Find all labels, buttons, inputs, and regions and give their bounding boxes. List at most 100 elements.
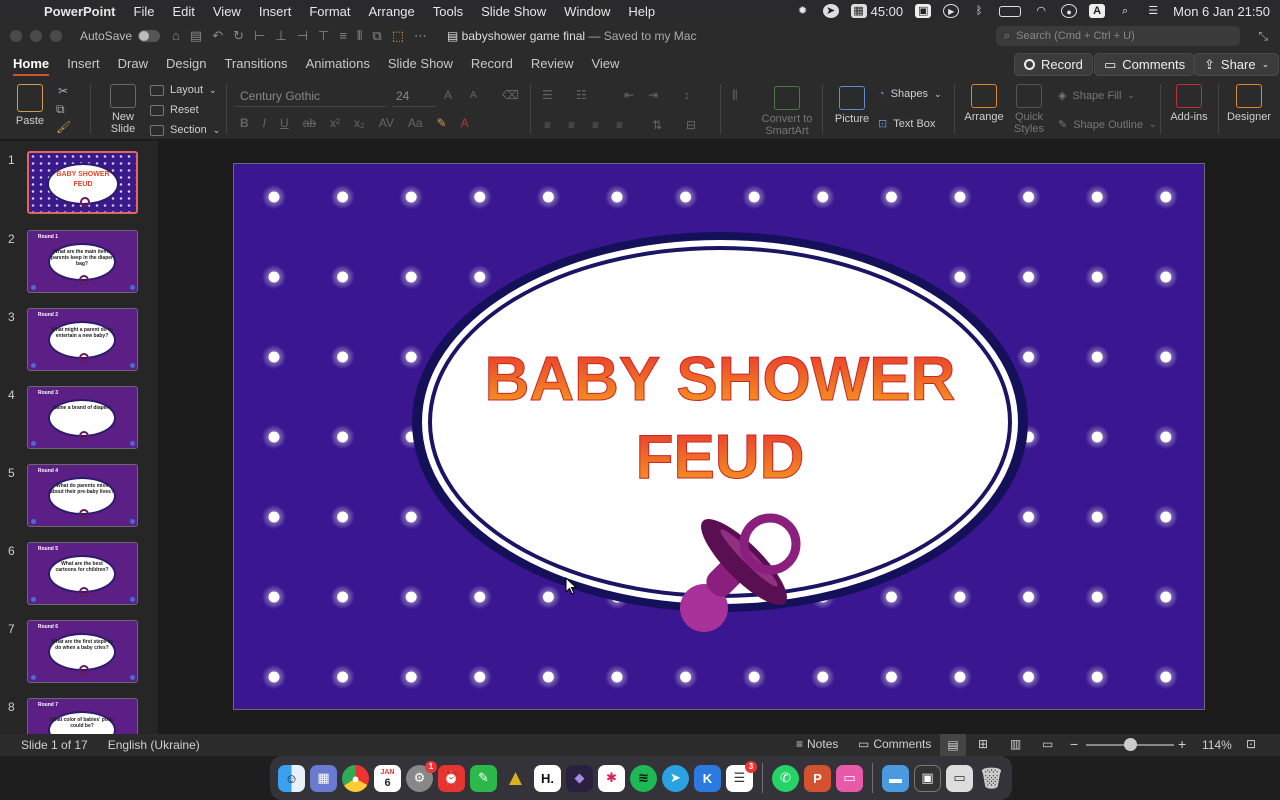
screen-window-icon[interactable]: ▣	[914, 764, 941, 792]
comments-button[interactable]: ▭ Comments	[1094, 53, 1196, 76]
evernote-icon[interactable]: ✎	[470, 764, 497, 792]
save-icon[interactable]: ▤	[190, 28, 202, 44]
character-spacing-icon[interactable]: AV	[379, 116, 394, 130]
menubar-clock[interactable]: Mon 6 Jan 21:50	[1173, 4, 1270, 19]
increase-font-size-icon[interactable]: A	[444, 88, 452, 102]
slide-title-line2[interactable]: FEUD	[635, 423, 805, 493]
record-button[interactable]: Record	[1014, 53, 1093, 76]
calendar-icon[interactable]: JAN 6	[374, 764, 401, 792]
section-button[interactable]: Section ⌄	[150, 124, 220, 136]
user-icon[interactable]: ●	[1061, 4, 1078, 18]
normal-view-icon[interactable]: ▤	[940, 734, 966, 756]
menu-arrange[interactable]: Arrange	[369, 4, 415, 19]
convert-smartart-button[interactable]: Convert to SmartArt	[760, 86, 814, 137]
redo-icon[interactable]: ↻	[233, 28, 244, 44]
addins-button[interactable]: Add-ins	[1168, 84, 1210, 123]
tab-view[interactable]: View	[582, 50, 628, 78]
strikethrough-icon[interactable]: ab	[303, 116, 316, 130]
decrease-font-size-icon[interactable]: A	[470, 90, 477, 101]
notes-button[interactable]: ≡ Notes	[796, 737, 838, 751]
align-right-objects-icon[interactable]: ⊣	[297, 28, 308, 44]
menu-help[interactable]: Help	[628, 4, 655, 19]
more-icon[interactable]: ⋯	[414, 28, 427, 44]
slide-thumbnail-8[interactable]: Round 7 What color of babies' poop could…	[27, 698, 138, 734]
menu-view[interactable]: View	[213, 4, 241, 19]
menu-slide-show[interactable]: Slide Show	[481, 4, 546, 19]
menu-insert[interactable]: Insert	[259, 4, 292, 19]
increase-indent-icon[interactable]: ⇥	[648, 88, 658, 102]
zoom-in-icon[interactable]: +	[1178, 736, 1186, 752]
compass-icon[interactable]: ➤	[822, 4, 839, 18]
tab-transitions[interactable]: Transitions	[215, 50, 296, 78]
zoom-window-icon[interactable]	[50, 30, 62, 42]
group-icon[interactable]: ⧉	[372, 28, 381, 44]
align-right-icon[interactable]: ≡	[592, 118, 599, 132]
minimize-window-icon[interactable]	[30, 30, 42, 42]
close-window-icon[interactable]	[10, 30, 22, 42]
home-icon[interactable]: ⌂	[172, 28, 180, 44]
autosave-toggle[interactable]	[138, 30, 161, 42]
k-app-icon[interactable]: K	[694, 764, 721, 792]
zoom-slider[interactable]	[1086, 738, 1174, 751]
subscript-icon[interactable]: x₂	[354, 116, 365, 130]
tab-record[interactable]: Record	[462, 50, 522, 78]
bluetooth-icon[interactable]: ᛒ	[971, 4, 987, 18]
slide-thumbnail-2[interactable]: Round 1 What are the main items parents …	[27, 230, 138, 293]
slide-thumbnail-3[interactable]: Round 2 What might a parent do to entert…	[27, 308, 138, 371]
trash-icon[interactable]: 🗑	[978, 765, 1005, 792]
fit-slide-icon[interactable]: ⊡	[1246, 737, 1256, 751]
layout-button[interactable]: Layout ⌄	[150, 84, 217, 96]
telegram-icon[interactable]: ➤	[662, 764, 689, 792]
spotlight-search-icon[interactable]: ⌕	[1117, 4, 1133, 18]
line-spacing-icon[interactable]: ↕	[684, 88, 690, 102]
whatsapp-icon[interactable]: ✆	[772, 764, 799, 792]
brightness-icon[interactable]: ✹	[795, 4, 811, 18]
slide-thumbnail-7[interactable]: Round 6 What are the first steps to do w…	[27, 620, 138, 683]
superscript-icon[interactable]: x²	[330, 116, 340, 130]
slide-thumbnail-5[interactable]: Round 4 What do parents miss about their…	[27, 464, 138, 527]
chrome-icon[interactable]: ●	[342, 764, 369, 792]
decrease-indent-icon[interactable]: ⇤	[624, 88, 634, 102]
menu-edit[interactable]: Edit	[172, 4, 194, 19]
underline-icon[interactable]: U	[280, 116, 289, 130]
designer-button[interactable]: Designer	[1226, 84, 1272, 123]
menu-tools[interactable]: Tools	[433, 4, 463, 19]
align-text-icon[interactable]: ⊟	[686, 118, 696, 132]
bullets-icon[interactable]: ☰	[542, 88, 553, 102]
quick-styles-button[interactable]: Quick Styles	[1010, 84, 1048, 135]
tab-design[interactable]: Design	[157, 50, 215, 78]
timer-status[interactable]: ▦ 45:00	[850, 4, 903, 19]
columns-icon[interactable]: ⫼	[732, 88, 738, 103]
distribute-icon[interactable]: ⫴	[357, 28, 362, 44]
current-slide[interactable]: BABY SHOWER FEUD	[233, 163, 1205, 710]
format-painter-icon[interactable]: 🖌	[56, 120, 71, 134]
new-slide-button[interactable]: New Slide	[104, 84, 142, 135]
selection-pane-icon[interactable]: ⬚	[392, 28, 404, 44]
menu-file[interactable]: File	[134, 4, 155, 19]
reminders-icon[interactable]: ☰ 3	[726, 760, 757, 792]
slideshow-view-icon[interactable]: ▭	[1042, 737, 1053, 751]
bold-icon[interactable]: B	[240, 116, 249, 130]
share-button[interactable]: ⇪ Share ⌄	[1194, 53, 1280, 76]
shape-outline-button[interactable]: ✎ Shape Outline ⌄	[1058, 118, 1156, 132]
powerpoint-icon[interactable]: P	[804, 764, 831, 792]
slide-thumbnail-4[interactable]: Round 3 Name a brand of diapers	[27, 386, 138, 449]
slide-editing-canvas[interactable]: BABY SHOWER FEUD	[158, 141, 1280, 734]
zoom-slider-thumb[interactable]	[1124, 738, 1137, 751]
tab-review[interactable]: Review	[522, 50, 583, 78]
tab-slide-show[interactable]: Slide Show	[379, 50, 462, 78]
slide-sorter-icon[interactable]: ⊞	[978, 737, 988, 751]
align-top-objects-icon[interactable]: ⊤	[318, 28, 329, 44]
reset-button[interactable]: Reset	[150, 104, 199, 116]
launchpad-icon[interactable]: ▦	[310, 764, 337, 792]
obsidian-icon[interactable]: ◆	[566, 764, 593, 792]
spotify-icon[interactable]: ≋	[630, 764, 657, 792]
font-name-select[interactable]: Century Gothic	[234, 87, 386, 107]
shape-fill-button[interactable]: ◈ Shape Fill ⌄	[1058, 89, 1135, 103]
finder-icon[interactable]: ☺	[278, 764, 305, 792]
tab-home[interactable]: Home	[4, 50, 58, 78]
presentation-preview-icon[interactable]: ▭	[836, 764, 863, 792]
slide-thumbnail-6[interactable]: Round 5 What are the best cartoons for c…	[27, 542, 138, 605]
folder-icon[interactable]: ▬	[882, 764, 909, 792]
italic-icon[interactable]: I	[263, 116, 266, 130]
